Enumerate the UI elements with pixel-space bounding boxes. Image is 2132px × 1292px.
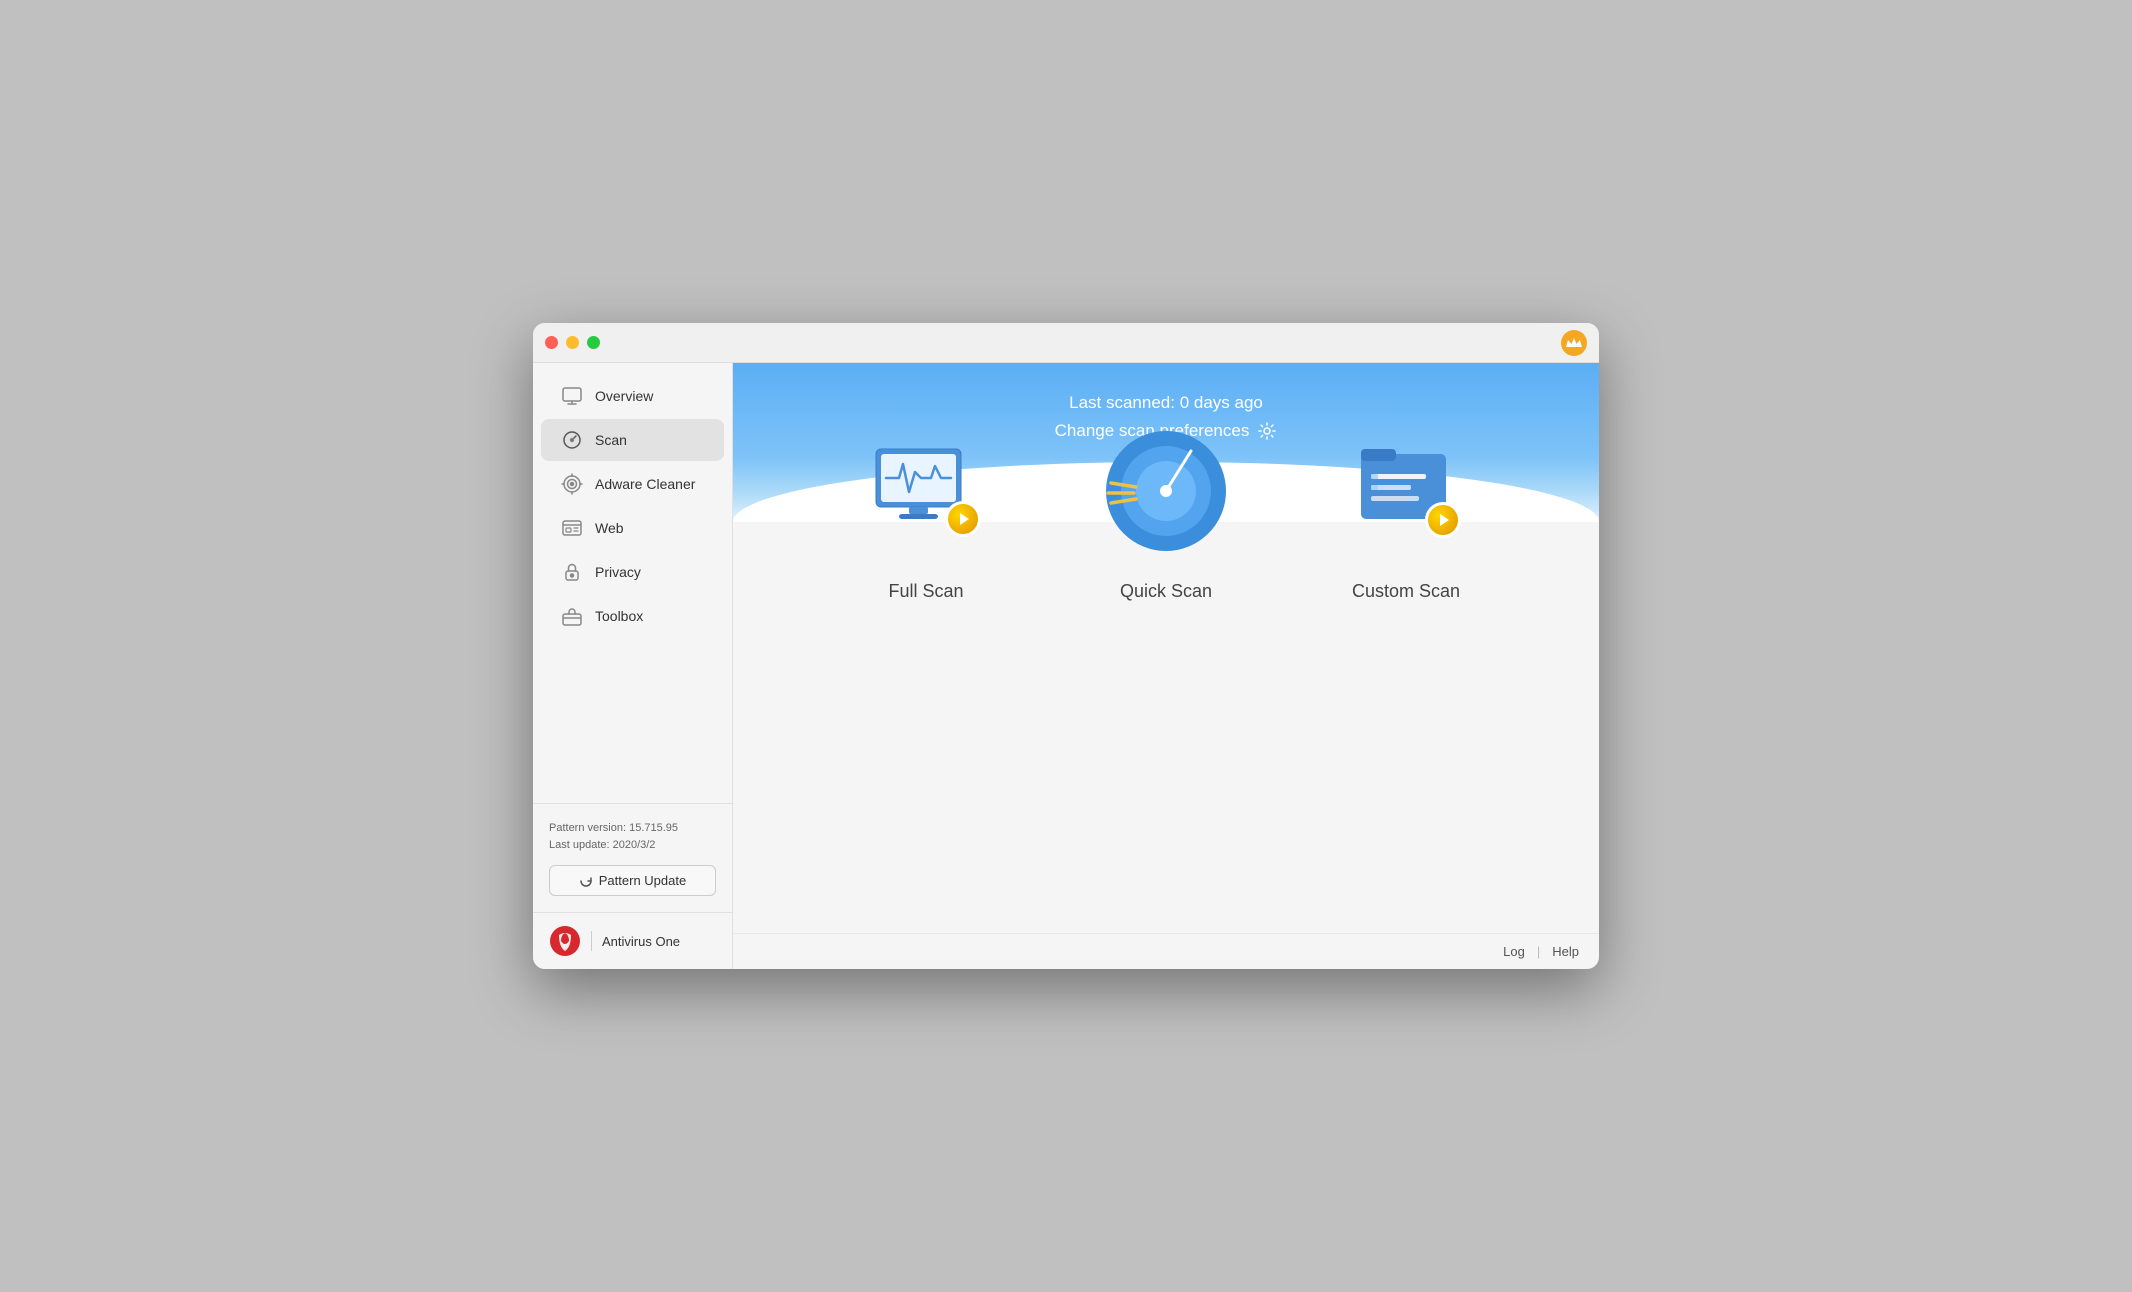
quick-scan-option[interactable]: Quick Scan (1076, 401, 1256, 622)
footer-divider: | (1537, 944, 1540, 959)
sidebar: Overview Scan (533, 363, 733, 969)
log-link[interactable]: Log (1503, 944, 1525, 959)
refresh-icon (579, 874, 593, 888)
scan-start-icon (954, 510, 972, 528)
update-button-label: Pattern Update (599, 873, 686, 888)
overview-label: Overview (595, 388, 653, 404)
content-footer: Log | Help (733, 933, 1599, 969)
speedometer-icon (561, 429, 583, 451)
sidebar-item-overview[interactable]: Overview (541, 375, 724, 417)
custom-scan-label: Custom Scan (1352, 581, 1460, 602)
custom-scan-option[interactable]: Custom Scan (1316, 401, 1496, 622)
sidebar-item-scan[interactable]: Scan (541, 419, 724, 461)
toolbox-icon (561, 605, 583, 627)
brand-divider (591, 931, 592, 951)
help-link[interactable]: Help (1552, 944, 1579, 959)
web-label: Web (595, 520, 624, 536)
pattern-info: Pattern version: 15.715.95 Last update: … (549, 820, 716, 855)
privacy-label: Privacy (595, 564, 641, 580)
sidebar-item-web[interactable]: Web (541, 507, 724, 549)
last-update: Last update: 2020/3/2 (549, 837, 716, 855)
pattern-version: Pattern version: 15.715.95 (549, 820, 716, 838)
custom-scan-icon (1351, 439, 1461, 544)
custom-scan-gold-badge (1425, 502, 1461, 538)
sidebar-item-privacy[interactable]: Privacy (541, 551, 724, 593)
main-window: Overview Scan (533, 323, 1599, 969)
minimize-button[interactable] (566, 336, 579, 349)
titlebar (533, 323, 1599, 363)
pattern-update-button[interactable]: Pattern Update (549, 865, 716, 896)
close-button[interactable] (545, 336, 558, 349)
full-scan-icon (871, 444, 981, 539)
maximize-button[interactable] (587, 336, 600, 349)
sidebar-item-toolbox[interactable]: Toolbox (541, 595, 724, 637)
brand-bar: Antivirus One (533, 912, 732, 969)
adware-cleaner-label: Adware Cleaner (595, 476, 695, 492)
full-scan-gold-badge (945, 501, 981, 537)
quick-scan-illustration (1096, 421, 1236, 561)
full-scan-option[interactable]: Full Scan (836, 401, 1016, 622)
full-scan-icon-wrapper (856, 421, 996, 561)
quick-scan-label: Quick Scan (1120, 581, 1212, 602)
scan-label: Scan (595, 432, 627, 448)
target-icon (561, 473, 583, 495)
main-layout: Overview Scan (533, 363, 1599, 969)
sidebar-item-adware-cleaner[interactable]: Adware Cleaner (541, 463, 724, 505)
quick-scan-icon-wrapper (1096, 421, 1236, 561)
custom-scan-badge-icon (1434, 511, 1452, 529)
trend-micro-logo (549, 925, 581, 957)
sidebar-footer: Pattern version: 15.715.95 Last update: … (533, 803, 732, 912)
crown-icon (1561, 330, 1587, 356)
monitor-icon (561, 385, 583, 407)
web-icon (561, 517, 583, 539)
lock-icon (561, 561, 583, 583)
brand-name: Antivirus One (602, 934, 680, 949)
custom-scan-icon-wrapper (1336, 421, 1476, 561)
content-area: Last scanned: 0 days ago Change scan pre… (733, 363, 1599, 969)
nav-items: Overview Scan (533, 363, 732, 803)
scan-options: Full Scan (733, 401, 1599, 933)
traffic-lights (545, 336, 600, 349)
full-scan-label: Full Scan (888, 581, 963, 602)
toolbox-label: Toolbox (595, 608, 643, 624)
